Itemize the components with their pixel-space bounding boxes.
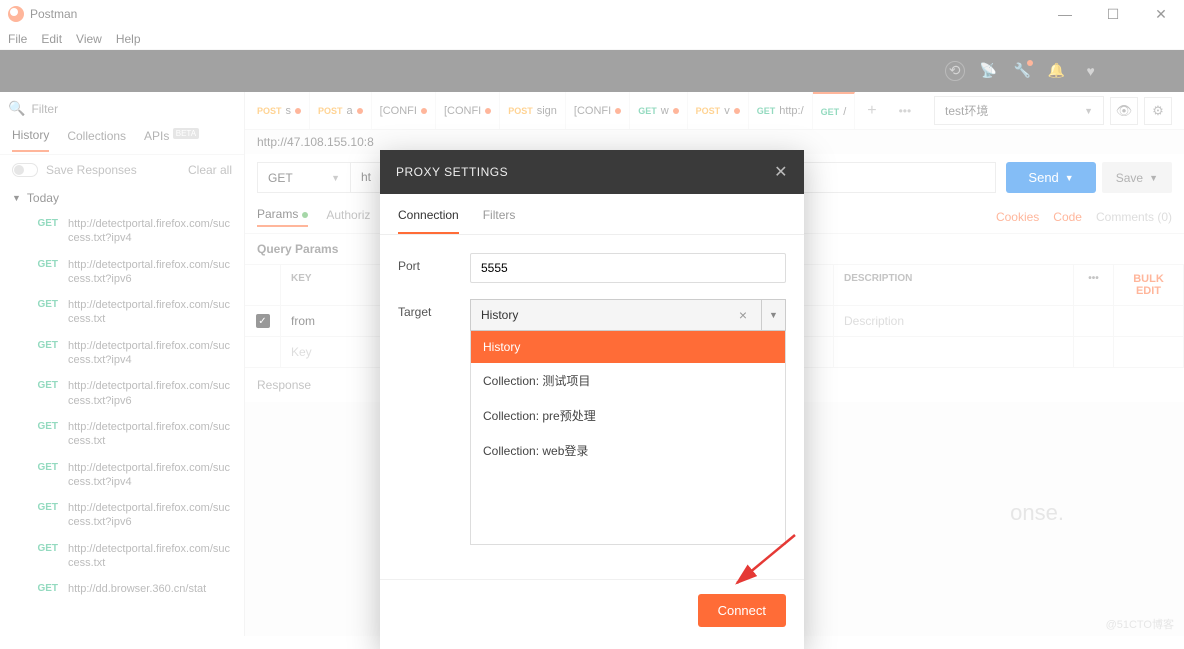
target-dropdown: History Collection: 测试项目 Collection: pre… <box>470 331 786 545</box>
target-value: History <box>481 308 518 322</box>
modal-close-button[interactable]: ✕ <box>774 162 788 182</box>
dropdown-option[interactable]: Collection: 测试项目 <box>471 363 785 398</box>
connect-button[interactable]: Connect <box>698 594 786 627</box>
target-dropdown-toggle[interactable]: ▼ <box>762 299 786 331</box>
target-label: Target <box>398 299 470 319</box>
target-combobox[interactable]: History × <box>470 299 762 331</box>
port-input[interactable] <box>470 253 786 283</box>
dropdown-option[interactable]: Collection: web登录 <box>471 433 785 468</box>
modal-tab-connection[interactable]: Connection <box>398 208 459 234</box>
modal-tab-filters[interactable]: Filters <box>483 208 516 234</box>
dropdown-option[interactable]: History <box>471 331 785 363</box>
proxy-settings-modal: PROXY SETTINGS ✕ Connection Filters Port… <box>380 150 804 649</box>
dropdown-option[interactable]: Collection: pre预处理 <box>471 398 785 433</box>
clear-icon[interactable]: × <box>735 307 751 323</box>
modal-title: PROXY SETTINGS <box>396 165 508 179</box>
port-label: Port <box>398 253 470 273</box>
